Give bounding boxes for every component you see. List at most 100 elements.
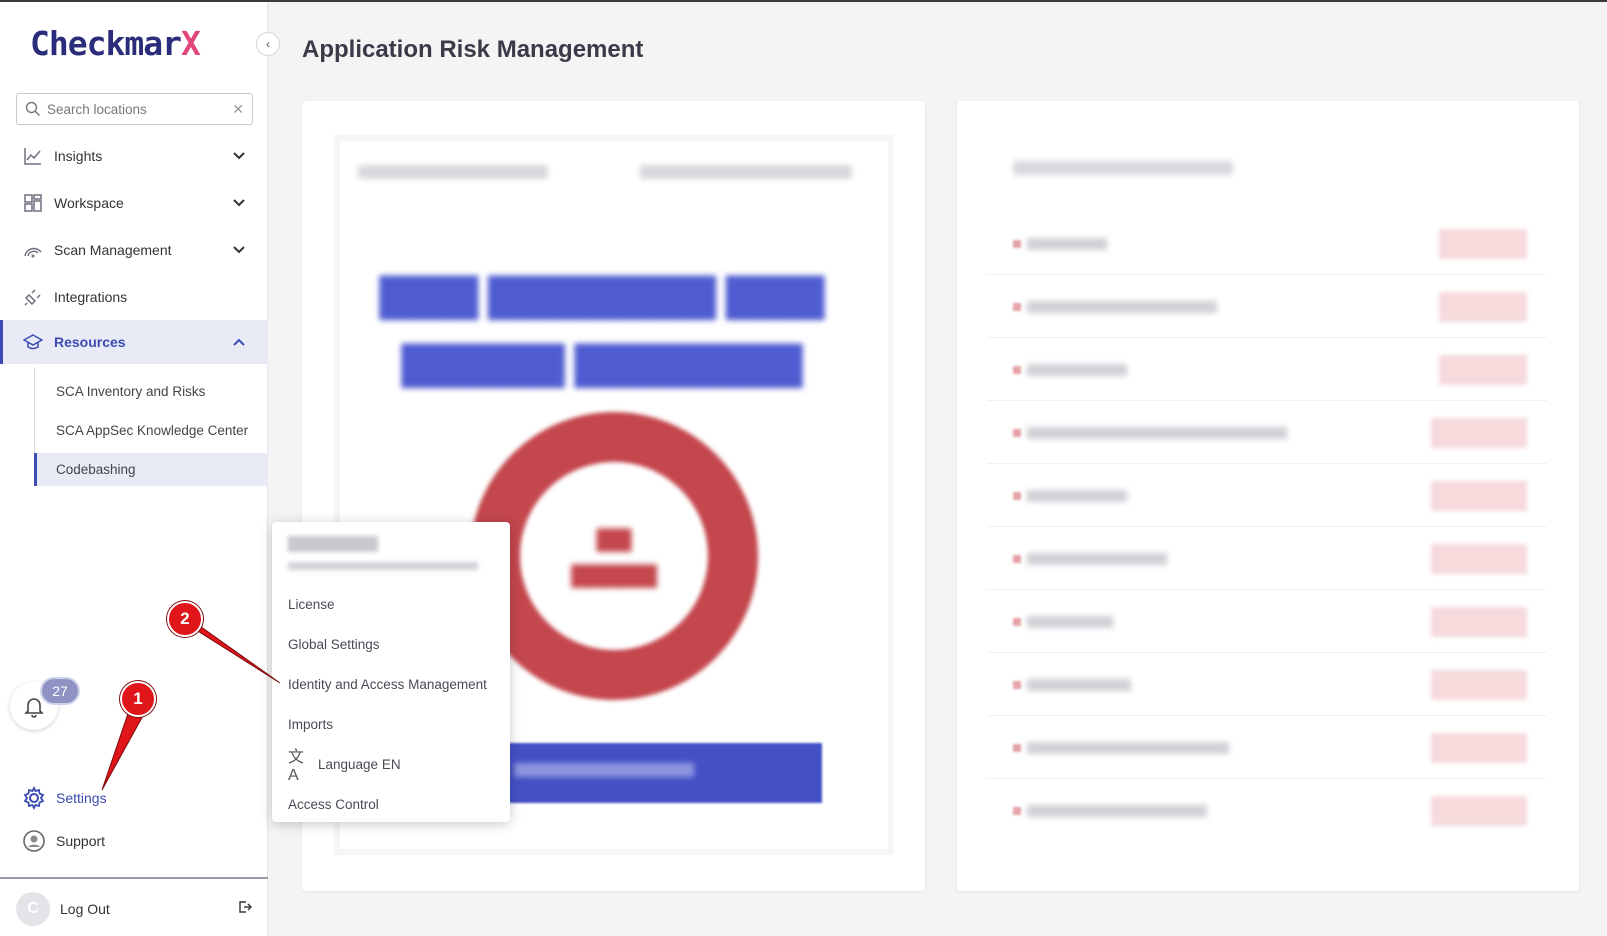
blurred-app-name (1027, 301, 1217, 313)
blurred-status-pill (1431, 418, 1527, 448)
support-label: Support (56, 833, 106, 849)
sidebar-item-label: Codebashing (56, 462, 136, 477)
blurred-status-pill (1439, 355, 1527, 385)
blurred-status-pill (1431, 670, 1527, 700)
page-title: Application Risk Management (302, 36, 644, 63)
blurred-app-name (1027, 805, 1207, 817)
nav-workspace[interactable]: Workspace (0, 181, 268, 225)
menu-item-label: Global Settings (288, 636, 380, 652)
support-icon (22, 829, 46, 853)
status-dot (1013, 618, 1021, 626)
chevron-down-icon (232, 196, 246, 210)
sidebar-item-codebashing[interactable]: Codebashing (34, 453, 268, 486)
blurred-list-header (1013, 161, 1233, 175)
blurred-donut-label: ▇▇ ▇▇▇▇▇ (571, 526, 657, 587)
checkmarx-logo[interactable]: CheckmarX (30, 24, 201, 63)
nav-scan-management-label: Scan Management (54, 242, 172, 258)
menu-item-access-control[interactable]: Access Control (288, 792, 379, 816)
nav-scan-management[interactable]: Scan Management (0, 228, 268, 272)
search-icon (25, 101, 40, 116)
avatar: C (16, 891, 50, 926)
blurred-status-pill (1431, 481, 1527, 511)
list-item[interactable] (987, 339, 1547, 401)
nav-integrations[interactable]: Integrations (0, 275, 268, 319)
status-dot (1013, 492, 1021, 500)
blurred-status-pill (1431, 544, 1527, 574)
settings-menu: License Global Settings Identity and Acc… (272, 522, 510, 822)
blurred-hero-heading: ▇▇▇ ▇▇▇▇▇▇▇ ▇▇▇ ▇▇▇▇▇ ▇▇▇▇▇▇▇ (380, 271, 824, 386)
status-dot (1013, 240, 1021, 248)
sidebar-item-label: SCA Inventory and Risks (56, 384, 206, 399)
blurred-tab-label (358, 165, 548, 179)
list-item[interactable] (987, 528, 1547, 590)
graduation-cap-icon (22, 331, 44, 353)
settings-label: Settings (56, 790, 107, 806)
status-dot (1013, 807, 1021, 815)
list-item[interactable] (987, 780, 1547, 842)
list-item[interactable] (987, 465, 1547, 527)
chevron-up-icon (232, 335, 246, 349)
blurred-app-name (1027, 553, 1167, 565)
translate-icon: 文A (288, 749, 305, 784)
list-item[interactable] (987, 276, 1547, 338)
plug-icon (22, 286, 44, 308)
logo-accent: X (180, 24, 201, 63)
blurred-app-name (1027, 742, 1229, 754)
blurred-status-pill (1439, 292, 1527, 322)
menu-item-label: Imports (288, 716, 334, 732)
list-item[interactable] (987, 591, 1547, 653)
notifications-count-badge: 27 (40, 677, 80, 705)
blurred-tab-label (640, 165, 852, 179)
nav-resources-label: Resources (54, 334, 126, 350)
blurred-app-name (1027, 427, 1287, 439)
menu-item-imports[interactable]: Imports (288, 712, 333, 736)
blurred-cta-label (514, 763, 694, 777)
nav-insights-label: Insights (54, 148, 103, 164)
status-dot (1013, 429, 1021, 437)
nav-resources[interactable]: Resources (0, 320, 268, 364)
chevron-down-icon (232, 149, 246, 163)
annotation-callout-1: 1 (120, 681, 156, 717)
sidebar: CheckmarX Search locations ✕ Insights Wo… (0, 2, 268, 936)
blurred-app-name (1027, 616, 1113, 628)
status-dot (1013, 555, 1021, 563)
grid-icon (22, 192, 44, 214)
blurred-user-email (288, 562, 478, 570)
search-input[interactable]: Search locations ✕ (16, 93, 253, 125)
annotation-callout-2: 2 (167, 601, 203, 637)
list-item[interactable] (987, 654, 1547, 716)
list-item[interactable] (987, 213, 1547, 275)
blurred-status-pill (1439, 229, 1527, 259)
chart-line-icon (22, 145, 44, 167)
blurred-app-name (1027, 490, 1127, 502)
chevron-down-icon (232, 243, 246, 257)
list-item[interactable] (987, 402, 1547, 464)
radar-icon (22, 239, 44, 261)
logout-icon[interactable] (238, 900, 252, 917)
nav-insights[interactable]: Insights (0, 134, 268, 178)
logo-text: Checkmar (30, 24, 182, 63)
gear-icon (22, 786, 46, 810)
logout-label: Log Out (60, 900, 110, 917)
status-dot (1013, 303, 1021, 311)
menu-item-global-settings[interactable]: Global Settings (288, 632, 380, 656)
nav-integrations-label: Integrations (54, 289, 128, 305)
clear-search-icon[interactable]: ✕ (232, 101, 244, 118)
blurred-status-pill (1431, 796, 1527, 826)
blurred-username (288, 536, 378, 552)
menu-item-identity-access-management[interactable]: Identity and Access Management (288, 672, 487, 696)
blurred-status-pill (1431, 607, 1527, 637)
menu-item-label: Identity and Access Management (288, 676, 487, 692)
chevron-left-icon: ‹ (266, 37, 270, 51)
menu-item-license[interactable]: License (288, 592, 335, 616)
list-item[interactable] (987, 717, 1547, 779)
sidebar-item-sca-knowledge-center[interactable]: SCA AppSec Knowledge Center (34, 414, 268, 447)
settings-button[interactable]: Settings (22, 783, 107, 813)
collapse-sidebar-button[interactable]: ‹ (256, 32, 280, 56)
status-dot (1013, 681, 1021, 689)
support-button[interactable]: Support (22, 826, 105, 856)
logout-bar[interactable]: C Log Out (0, 877, 268, 936)
sidebar-item-sca-inventory[interactable]: SCA Inventory and Risks (34, 375, 268, 408)
menu-item-label: Language EN (318, 756, 401, 772)
menu-item-language[interactable]: 文A Language EN (288, 749, 401, 784)
